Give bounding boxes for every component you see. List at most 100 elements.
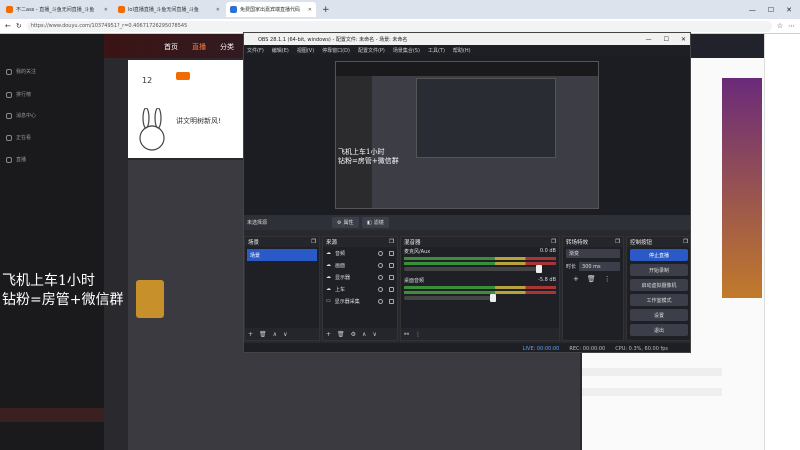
browser-tab-active[interactable]: 免费国家出嘉宾端直播代码 ✕ xyxy=(226,2,316,17)
volume-slider[interactable] xyxy=(404,265,542,273)
menu-edit[interactable]: 编辑(E) xyxy=(272,47,289,54)
new-tab-button[interactable]: + xyxy=(318,5,334,15)
close-icon[interactable]: ✕ xyxy=(308,7,312,13)
up-icon[interactable]: ∧ xyxy=(362,331,366,338)
eye-icon[interactable] xyxy=(378,274,383,280)
sidebar-item[interactable]: 直播 xyxy=(6,156,26,163)
volume-slider[interactable] xyxy=(404,294,496,302)
menu-tools[interactable]: 工具(T) xyxy=(428,47,445,54)
source-item[interactable]: ☁ 上车 xyxy=(323,283,397,295)
eye-icon[interactable] xyxy=(378,250,383,256)
menu-scene-collection[interactable]: 场景集合(S) xyxy=(393,47,420,54)
obs-status-bar: LIVE: 00:00:00 REC: 00:00:00 CPU: 0.3%, … xyxy=(244,343,690,352)
source-item[interactable]: ☁ 显示器 xyxy=(323,271,397,283)
add-icon[interactable]: + xyxy=(573,275,579,283)
trash-icon[interactable]: 🗑 xyxy=(587,275,596,283)
add-icon[interactable]: + xyxy=(326,331,331,338)
gift-icon[interactable] xyxy=(136,280,164,318)
maximize-icon[interactable]: ☐ xyxy=(664,36,669,43)
eye-icon[interactable] xyxy=(378,262,383,268)
back-icon[interactable]: ← xyxy=(5,22,11,30)
more-icon[interactable]: ⋮ xyxy=(415,331,421,338)
studio-mode-button[interactable]: 工作室模式 xyxy=(630,294,688,306)
scenes-title: 场景 xyxy=(248,240,260,246)
close-icon[interactable]: ✕ xyxy=(786,6,792,14)
dock-popout-icon[interactable]: ❐ xyxy=(389,239,394,245)
browser-tab[interactable]: 不二ass - 直播_斗鱼无间直播_斗鱼 ✕ xyxy=(2,2,112,17)
minimize-icon[interactable]: — xyxy=(749,6,756,14)
sidebar-item[interactable]: 排行榜 xyxy=(6,91,31,98)
trash-icon[interactable]: 🗑 xyxy=(259,331,267,338)
add-icon[interactable]: + xyxy=(248,331,253,338)
scenes-dock: 场景 ❐ 场景 + 🗑 ∧ ∨ xyxy=(244,236,320,341)
sidebar-item[interactable]: 正在看 xyxy=(6,134,31,141)
refresh-icon[interactable]: ↻ xyxy=(16,22,22,30)
dock-popout-icon[interactable]: ❐ xyxy=(311,239,316,245)
start-recording-button[interactable]: 开始录制 xyxy=(630,264,688,276)
close-icon[interactable]: ✕ xyxy=(216,7,220,13)
nav-home[interactable]: 首页 xyxy=(164,42,178,52)
transition-select[interactable]: 渐变 xyxy=(566,249,620,258)
page-scrollbar[interactable] xyxy=(764,34,800,450)
sidebar-item[interactable]: 消息中心 xyxy=(6,112,36,119)
trash-icon[interactable]: 🗑 xyxy=(337,331,345,338)
star-icon[interactable]: ☆ xyxy=(777,22,783,30)
slider-handle[interactable] xyxy=(490,294,496,302)
up-icon[interactable]: ∧ xyxy=(273,331,277,338)
cloud-icon: ☁ xyxy=(326,250,331,256)
source-item[interactable]: ☁ 音频 xyxy=(323,247,397,259)
more-icon[interactable]: ⋮ xyxy=(604,275,611,283)
nav-live[interactable]: 直播 xyxy=(192,42,206,52)
lock-icon[interactable] xyxy=(389,262,394,268)
menu-file[interactable]: 文件(F) xyxy=(247,47,264,54)
preview-sidebar xyxy=(336,76,372,208)
duration-label: 时长 xyxy=(566,264,577,270)
dock-popout-icon[interactable]: ❐ xyxy=(683,239,688,245)
filters-button[interactable]: ◧ 滤镜 xyxy=(362,217,389,228)
down-icon[interactable]: ∨ xyxy=(372,331,376,338)
lock-icon[interactable] xyxy=(389,274,394,280)
lock-icon[interactable] xyxy=(389,298,394,304)
minimize-icon[interactable]: — xyxy=(646,36,652,43)
eye-icon[interactable] xyxy=(378,298,383,304)
url-field[interactable]: https://www.douyu.com/10374951?_r=0.4067… xyxy=(26,20,772,32)
close-icon[interactable]: ✕ xyxy=(681,36,686,43)
maximize-icon[interactable]: ☐ xyxy=(768,6,774,14)
close-icon[interactable]: ✕ xyxy=(104,7,108,13)
eye-icon[interactable] xyxy=(378,286,383,292)
scene-item[interactable]: 场景 xyxy=(247,249,317,261)
menu-view[interactable]: 视图(V) xyxy=(297,47,314,54)
properties-button[interactable]: ⚙ 属性 xyxy=(332,217,359,228)
clock-icon xyxy=(6,134,12,141)
message-icon xyxy=(6,112,12,119)
menu-docks[interactable]: 停靠窗口(D) xyxy=(322,47,350,54)
gear-icon[interactable]: ⚙ xyxy=(351,331,356,338)
source-item[interactable]: ▭ 显示器采集 xyxy=(323,295,397,307)
sidebar-promo[interactable] xyxy=(0,408,104,422)
duration-field[interactable]: 300 ms xyxy=(579,262,620,271)
sidebar-item[interactable]: 我的关注 xyxy=(6,68,36,75)
obs-preview-canvas[interactable]: 飞机上车1小时 钻粉=房管+微信群 xyxy=(335,61,599,209)
stop-streaming-button[interactable]: 停止直播 xyxy=(630,249,688,261)
nav-category[interactable]: 分类 xyxy=(220,42,234,52)
browser-tab[interactable]: lol直播直播_斗鱼无间直播_斗鱼 ✕ xyxy=(114,2,224,17)
menu-profile[interactable]: 配置文件(P) xyxy=(358,47,385,54)
down-icon[interactable]: ∨ xyxy=(283,331,287,338)
link-icon[interactable]: ⚯ xyxy=(404,331,409,338)
live-status: LIVE: 00:00:00 xyxy=(522,345,560,352)
event-banner[interactable] xyxy=(722,78,762,298)
no-source-label: 未选择源 xyxy=(247,220,268,226)
dock-popout-icon[interactable]: ❐ xyxy=(615,239,620,245)
menu-icon[interactable]: ⋯ xyxy=(788,22,795,30)
dock-popout-icon[interactable]: ❐ xyxy=(551,239,556,245)
settings-button[interactable]: 设置 xyxy=(630,309,688,321)
source-item[interactable]: ☁ 画面 xyxy=(323,259,397,271)
slider-handle[interactable] xyxy=(536,265,542,273)
lock-icon[interactable] xyxy=(389,250,394,256)
exit-button[interactable]: 退出 xyxy=(630,324,688,336)
url-text: https://www.douyu.com/10374951?_r=0.4067… xyxy=(30,23,188,29)
start-virtual-camera-button[interactable]: 启动虚拟摄像机 xyxy=(630,279,688,291)
mixer-title: 混音器 xyxy=(404,240,421,246)
menu-help[interactable]: 帮助(H) xyxy=(453,47,471,54)
lock-icon[interactable] xyxy=(389,286,394,292)
